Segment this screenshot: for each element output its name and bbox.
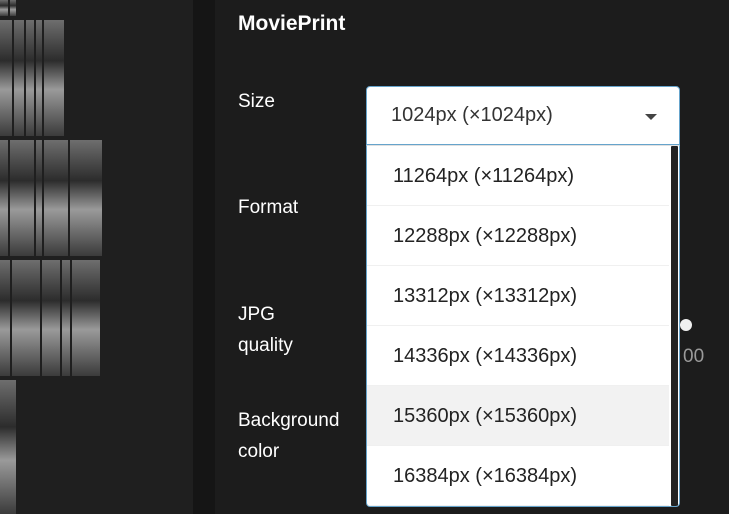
thumbnail: [0, 380, 16, 514]
thumbnail: [72, 260, 100, 376]
jpg-quality-label-line2: quality: [238, 335, 293, 356]
thumbnail-row: [0, 20, 66, 136]
thumbnail: [12, 260, 40, 376]
background-color-label: Background color: [238, 405, 339, 467]
thumbnail: [36, 20, 42, 136]
thumbnail: [0, 0, 8, 16]
background-color-label-line1: Background: [238, 410, 340, 431]
panel-title: MoviePrint: [238, 12, 346, 35]
thumbnail: [0, 140, 8, 256]
thumbnail-row: [0, 0, 18, 16]
movieprint-thumbnail-preview: [0, 0, 193, 514]
size-option[interactable]: 14336px (×14336px): [367, 326, 669, 386]
size-option[interactable]: 16384px (×16384px): [367, 446, 669, 506]
thumbnail: [0, 260, 10, 376]
size-option[interactable]: 11264px (×11264px): [367, 146, 669, 206]
thumbnail: [44, 20, 64, 136]
caret-down-icon[interactable]: [645, 114, 657, 120]
thumbnail: [10, 140, 34, 256]
thumbnail-row: [0, 260, 102, 376]
thumbnail: [62, 260, 70, 376]
size-option[interactable]: 13312px (×13312px): [367, 266, 669, 326]
size-select[interactable]: 1024px (×1024px): [366, 86, 680, 145]
thumbnail: [36, 140, 42, 256]
size-option[interactable]: 12288px (×12288px): [367, 206, 669, 266]
thumbnail: [14, 20, 24, 136]
thumbnail: [44, 140, 68, 256]
thumbnail: [70, 140, 102, 256]
thumbnail-row: [0, 380, 18, 514]
size-label: Size: [238, 91, 275, 112]
size-dropdown-menu: 11264px (×11264px) 12288px (×12288px) 13…: [366, 145, 680, 507]
dropdown-scrollbar[interactable]: [671, 146, 678, 506]
thumbnail-row: [0, 140, 104, 256]
size-select-value: 1024px (×1024px): [391, 104, 553, 126]
panel-divider: [193, 0, 215, 514]
size-option-hovered[interactable]: 15360px (×15360px): [367, 386, 669, 446]
thumbnail: [26, 20, 34, 136]
thumbnail: [42, 260, 60, 376]
settings-panel: MoviePrint Size Format JPG quality Backg…: [215, 0, 729, 514]
background-color-label-line2: color: [238, 441, 280, 462]
jpg-quality-label-line1: JPG: [238, 304, 275, 325]
thumbnail: [0, 20, 12, 136]
jpg-quality-value: 00: [683, 346, 705, 367]
thumbnail: [10, 0, 16, 16]
jpg-quality-label: JPG quality: [238, 299, 293, 361]
format-label: Format: [238, 197, 299, 218]
jpg-quality-slider-handle[interactable]: [680, 319, 692, 331]
